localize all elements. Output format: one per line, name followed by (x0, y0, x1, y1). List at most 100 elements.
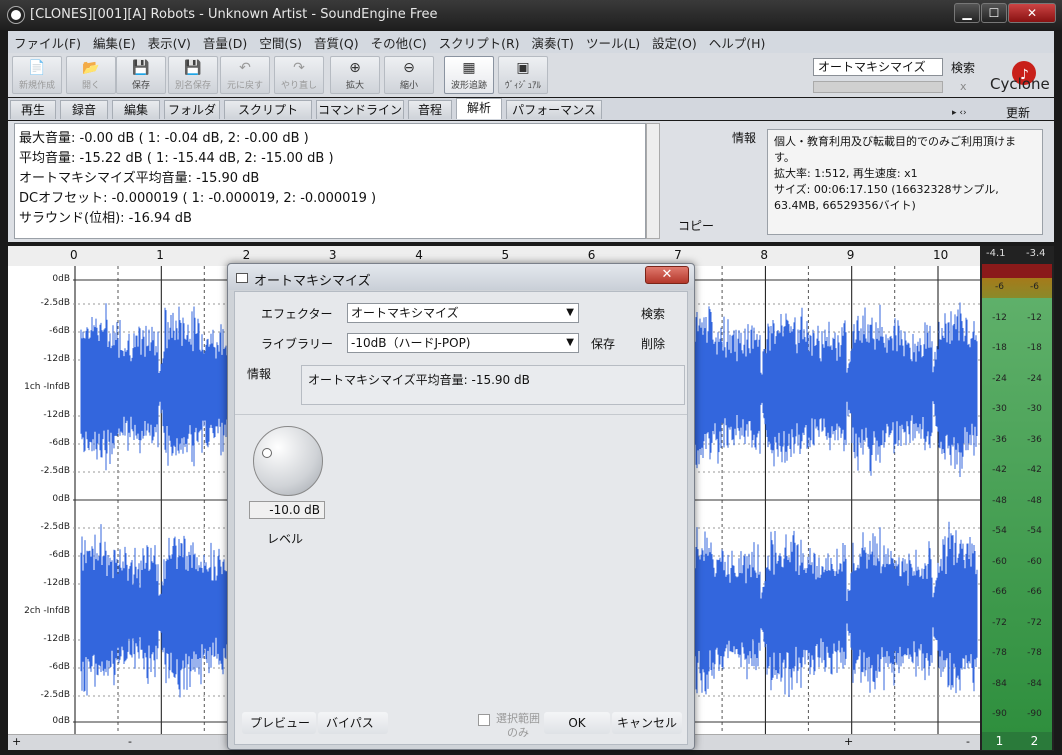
tab[interactable]: 音程 (408, 100, 452, 119)
menu-item[interactable]: 音質(Q) (308, 33, 365, 52)
license-line: 63.4MB, 66529356バイト) (774, 199, 916, 212)
effector-select[interactable]: オートマキシマイズ ▼ (347, 303, 579, 323)
toolbar-button-label: 開く (81, 81, 100, 91)
toolbar-icon: 📄 (28, 60, 46, 76)
toolbar-button[interactable]: ↷ やり直し (274, 56, 324, 94)
meter-scale-label: -48 (992, 495, 1007, 506)
update-button[interactable]: 更新 (1006, 104, 1030, 121)
nav-arrows-icon[interactable]: ▸ ‹› (952, 108, 967, 118)
search-input[interactable]: オートマキシマイズ (813, 58, 943, 76)
meter-scale-label: -24 (992, 373, 1007, 384)
menu-item[interactable]: ツール(L) (580, 33, 646, 52)
selection-only-label: 選択範囲のみ (496, 712, 540, 739)
db-label: -6dB (49, 326, 70, 336)
meter-scale-label: -60 (1027, 556, 1042, 567)
meter-scale-label: -84 (1027, 678, 1042, 689)
app-icon[interactable] (8, 7, 24, 23)
ruler-tick: 5 (501, 248, 510, 262)
tab[interactable]: フォルダ (164, 100, 220, 119)
meter-scale-label: -54 (1027, 526, 1042, 536)
tab[interactable]: パフォーマンス (506, 100, 602, 119)
search-button[interactable]: 検索 (951, 59, 975, 76)
toolbar-button[interactable]: 📂 開く (66, 56, 116, 94)
tab[interactable]: 再生 (10, 100, 56, 119)
library-save-button[interactable]: 保存 (591, 335, 615, 352)
meter-scale-label: -36 (992, 434, 1007, 445)
db-label: 0dB (52, 716, 70, 726)
meter-scale-label: -72 (1027, 617, 1042, 628)
menu-item[interactable]: 空間(S) (253, 33, 308, 52)
menu-item[interactable]: 演奏(T) (526, 33, 580, 52)
tab[interactable]: 録音 (60, 100, 108, 119)
library-delete-button[interactable]: 削除 (641, 335, 665, 352)
menu-item[interactable]: ヘルプ(H) (703, 33, 772, 52)
ruler-tick: 0 (70, 248, 78, 262)
db-label: -6dB (49, 438, 70, 448)
bypass-button[interactable]: バイパス (318, 712, 388, 734)
toolbar-button[interactable]: ▣ ｳﾞｨｼﾞｭｱﾙ (498, 56, 548, 94)
clear-search-button[interactable]: x (960, 80, 967, 93)
toolbar-button[interactable]: 💾 別名保存 (168, 56, 218, 94)
ruler-tick: 9 (846, 248, 855, 262)
dialog-title: オートマキシマイズ (254, 274, 371, 289)
meter-scale-label: -18 (1027, 343, 1042, 353)
db-label: -2.5dB (40, 298, 70, 308)
dialog-title-bar[interactable]: オートマキシマイズ ✕ (228, 264, 694, 290)
effector-label: エフェクター (261, 307, 333, 321)
db-label: -12dB (43, 410, 70, 420)
dialog-close-button[interactable]: ✕ (645, 266, 689, 284)
meter-scale-label: -6 (995, 282, 1004, 292)
copy-button[interactable]: コピー (672, 216, 720, 235)
meter-scale-label: -78 (1027, 648, 1042, 658)
zoom-out-icon[interactable]: - (128, 735, 132, 748)
close-button[interactable]: ✕ (1008, 3, 1056, 23)
maximize-button[interactable]: ☐ (981, 3, 1007, 23)
toolbar-button-label: 波形追跡 (450, 81, 487, 91)
menu-item[interactable]: スクリプト(R) (433, 33, 526, 52)
tab[interactable]: 解析 (456, 98, 502, 119)
meter-scale-label: -72 (992, 617, 1007, 628)
db-label: -6dB (49, 550, 70, 560)
library-select[interactable]: -10dB（ハードJ-POP) ▼ (347, 333, 579, 353)
zoom-in-icon[interactable]: + (12, 735, 21, 748)
selection-only-checkbox[interactable] (478, 714, 490, 726)
toolbar-button[interactable]: 📄 新規作成 (12, 56, 62, 94)
tab[interactable]: 編集 (112, 100, 160, 119)
effector-search-button[interactable]: 検索 (641, 305, 665, 322)
zoom-in-right-icon[interactable]: + (844, 735, 853, 748)
level-value-field[interactable]: -10.0 dB (249, 501, 325, 519)
level-knob[interactable] (253, 426, 323, 496)
menu-item[interactable]: 編集(E) (87, 33, 142, 52)
level-label: レベル (267, 532, 304, 546)
meter-scale-label: -36 (1027, 434, 1042, 445)
analysis-output[interactable]: 最大音量: -0.00 dB ( 1: -0.04 dB, 2: -0.00 d… (14, 123, 646, 239)
toolbar-button[interactable]: ↶ 元に戻す (220, 56, 270, 94)
toolbar-button[interactable]: 💾 保存 (116, 56, 166, 94)
peak-left: -4.1 (986, 248, 1006, 259)
zoom-out-right-icon[interactable]: - (966, 735, 970, 748)
preview-button[interactable]: プレビュー (242, 712, 316, 734)
analysis-scrollbar[interactable] (646, 123, 660, 239)
toolbar-icon: ↷ (293, 60, 305, 76)
peak-right: -3.4 (1026, 248, 1046, 259)
menu-item[interactable]: 表示(V) (142, 33, 197, 52)
dialog-body: エフェクター オートマキシマイズ ▼ 検索 ライブラリー -10dB（ハードJ-P… (234, 291, 688, 745)
menu-item[interactable]: 設定(O) (646, 33, 703, 52)
cancel-button[interactable]: キャンセル (612, 712, 682, 734)
db-label: -12dB (43, 578, 70, 588)
db-label: 2ch -InfdB (24, 606, 70, 616)
minimize-button[interactable]: ▁ (954, 3, 980, 23)
menu-item[interactable]: その他(C) (365, 33, 433, 52)
toolbar-button[interactable]: ▦ 波形追跡 (444, 56, 494, 94)
ruler-tick: 1 (156, 248, 164, 262)
menu-item[interactable]: ファイル(F) (8, 33, 87, 52)
tab[interactable]: コマンドライン (316, 100, 404, 119)
toolbar-button[interactable]: ⊖ 縮小 (384, 56, 434, 94)
dialog-footer: プレビュー バイパス 選択範囲のみ OK キャンセル (234, 712, 688, 744)
tab[interactable]: スクリプト (224, 100, 312, 119)
ok-button[interactable]: OK (544, 712, 610, 734)
meter-scale-label: -6 (1030, 282, 1039, 292)
menu-item[interactable]: 音量(D) (197, 33, 253, 52)
toolbar-button[interactable]: ⊕ 拡大 (330, 56, 380, 94)
license-line: サイズ: 00:06:17.150 (16632328サンプル, (774, 183, 999, 196)
